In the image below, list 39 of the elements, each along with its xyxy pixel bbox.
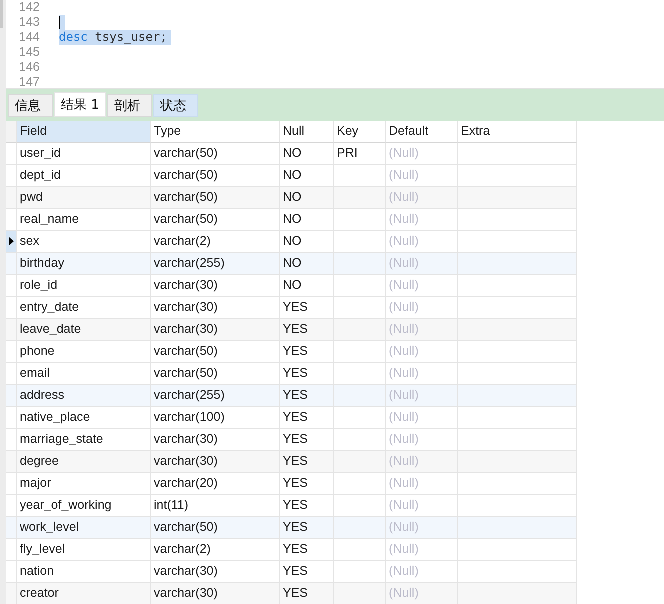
table-row[interactable]: dept_id varchar(50) NO (Null) [6,165,577,187]
line-number: 143 [18,15,40,30]
table-row[interactable]: real_name varchar(50) NO (Null) [6,209,577,231]
triangle-icon [8,237,14,246]
line-number: 142 [18,0,40,15]
table-row[interactable]: phone varchar(50) YES (Null) [6,341,577,363]
table-row[interactable]: birthday varchar(255) NO (Null) [6,253,577,275]
table-row[interactable]: nation varchar(30) YES (Null) [6,561,577,583]
table-row[interactable]: major varchar(20) YES (Null) [6,473,577,495]
line-number: 146 [18,60,40,75]
table-row[interactable]: user_id varchar(50) NO PRI (Null) [6,143,577,165]
table-row[interactable]: pwd varchar(50) NO (Null) [6,187,577,209]
tab[interactable]: 状态 [153,94,198,117]
tab[interactable]: 剖析 [107,94,152,117]
table-cell: (Null) [386,583,458,604]
table-row[interactable]: marriage_state varchar(30) YES (Null) [6,429,577,451]
line-number: 145 [18,45,40,60]
table-cell: YES [280,583,334,604]
table-row[interactable]: year_of_working int(11) YES (Null) [6,495,577,517]
line-number: 144 [18,30,40,45]
scrollbar-thumb[interactable] [0,0,3,28]
column-header[interactable]: Field [17,121,151,143]
table-row[interactable]: leave_date varchar(30) YES (Null) [6,319,577,341]
table-row[interactable]: email varchar(50) YES (Null) [6,363,577,385]
table-row[interactable]: work_level varchar(50) YES (Null) [6,517,577,539]
table-row[interactable]: address varchar(255) YES (Null) [6,385,577,407]
table-row[interactable]: entry_date varchar(30) YES (Null) [6,297,577,319]
table-row[interactable]: degree varchar(30) YES (Null) [6,451,577,473]
tab[interactable]: 结果 1 [54,92,106,117]
table-row[interactable]: fly_level varchar(2) YES (Null) [6,539,577,561]
row-selector[interactable] [6,231,17,253]
line-number: 147 [18,75,40,88]
table-row[interactable]: native_place varchar(100) YES (Null) [6,407,577,429]
table-cell: creator [17,583,151,604]
table-row[interactable]: sex varchar(2) NO (Null) [6,231,577,253]
tab[interactable]: 信息 [8,94,53,117]
table-row[interactable]: role_id varchar(30) NO (Null) [6,275,577,297]
table-row[interactable]: creator varchar(30) YES (Null) [6,583,577,604]
table-cell: varchar(30) [151,583,280,604]
